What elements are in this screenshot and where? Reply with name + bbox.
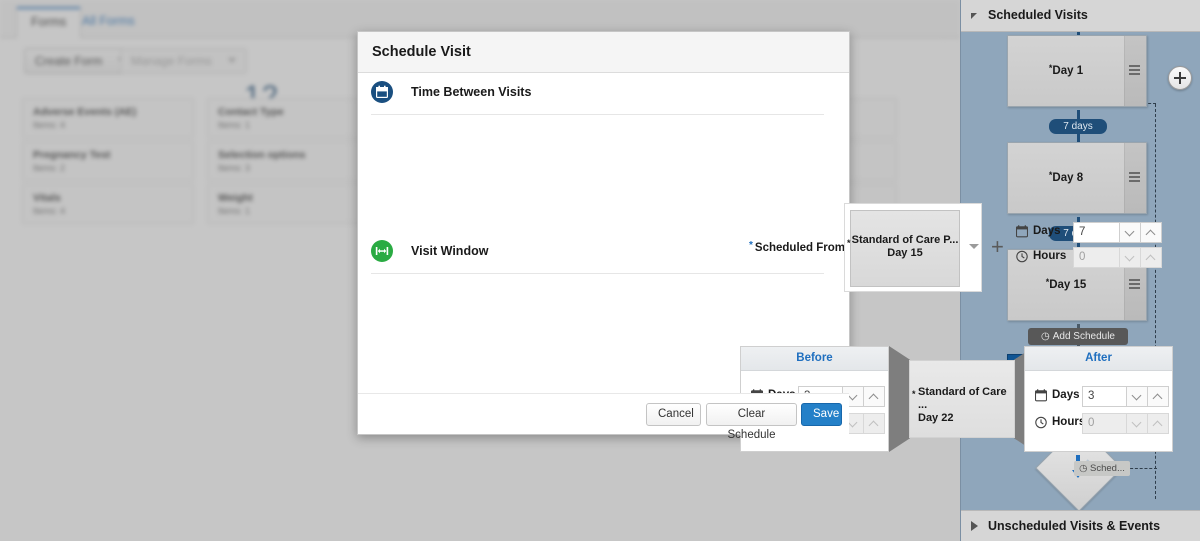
before-days-increment-button[interactable] xyxy=(864,386,885,407)
days-label: Days xyxy=(1033,225,1061,237)
cancel-button[interactable]: Cancel xyxy=(646,403,701,426)
dialog-body: Time Between Visits *Scheduled From * St… xyxy=(358,73,849,395)
save-button[interactable]: Save xyxy=(801,403,842,426)
visit-node-day-8[interactable]: *Day 8 xyxy=(1007,142,1147,214)
section-visit-window: Visit Window xyxy=(371,240,811,270)
visit-node-label: *Day 1 xyxy=(1008,63,1124,77)
visit-window-wedge-left xyxy=(889,346,910,452)
chevron-up-icon xyxy=(1153,394,1163,404)
chevron-up-icon xyxy=(869,394,879,404)
chevron-up-icon xyxy=(869,421,879,431)
end-node-badge[interactable]: ◷ Sched... xyxy=(1074,461,1130,476)
chevron-up-icon xyxy=(1146,230,1156,240)
visit-node-label: *Day 8 xyxy=(1008,170,1124,184)
clear-schedule-button[interactable]: Clear Schedule xyxy=(706,403,797,426)
chevron-down-icon xyxy=(1125,252,1135,262)
end-node-badge-label: Sched... xyxy=(1090,463,1125,474)
after-days-label: Days xyxy=(1052,389,1080,401)
arrows-horizontal-icon xyxy=(371,240,393,262)
before-hours-increment-button[interactable] xyxy=(864,413,885,434)
section-time-between-visits: Time Between Visits xyxy=(371,81,811,111)
add-visit-button[interactable] xyxy=(1168,66,1192,90)
chevron-up-icon xyxy=(1146,255,1156,265)
after-days-input[interactable]: 3 xyxy=(1082,386,1127,407)
required-asterisk: * xyxy=(912,388,916,401)
add-schedule-button[interactable]: ◷Add Schedule xyxy=(1028,328,1128,345)
chevron-down-icon xyxy=(848,391,858,401)
hours-label: Hours xyxy=(1033,250,1066,262)
chevron-up-icon xyxy=(1153,421,1163,431)
hours-increment-button[interactable] xyxy=(1141,247,1162,268)
chevron-down-icon xyxy=(1132,391,1142,401)
node-grip-column[interactable] xyxy=(1124,143,1146,213)
days-stepper-row: Days 7 xyxy=(1016,222,1166,243)
drag-handle-icon[interactable] xyxy=(1129,65,1140,76)
timeline-gap-badge[interactable]: 7 days xyxy=(1049,119,1107,134)
after-hours-increment-button[interactable] xyxy=(1148,413,1169,434)
section-divider xyxy=(371,273,824,274)
after-hours-input[interactable]: 0 xyxy=(1082,413,1127,434)
scheduled-visits-sidebar: Scheduled Visits *Day 1 7 days xyxy=(960,0,1200,541)
scheduled-from-value: * Standard of Care P... Day 15 xyxy=(851,234,959,260)
days-input[interactable]: 7 xyxy=(1073,222,1120,243)
after-hours-label: Hours xyxy=(1052,416,1085,428)
node-grip-column[interactable] xyxy=(1124,36,1146,106)
after-days-increment-button[interactable] xyxy=(1148,386,1169,407)
chevron-down-icon[interactable] xyxy=(969,244,979,249)
sidebar-footer-title: Unscheduled Visits & Events xyxy=(988,519,1160,533)
days-increment-button[interactable] xyxy=(1141,222,1162,243)
chevron-collapse-icon[interactable] xyxy=(971,13,977,19)
dialog-header: Schedule Visit xyxy=(358,32,849,73)
section-divider xyxy=(371,114,824,115)
visit-window-after-panel: After Days 3 xyxy=(1024,346,1173,452)
calendar-icon xyxy=(371,81,393,103)
visit-window-center-value: * Standard of Care ... Day 22 xyxy=(918,386,1012,425)
clock-icon xyxy=(1035,416,1047,429)
days-decrement-button[interactable] xyxy=(1120,222,1141,243)
sidebar-header[interactable]: Scheduled Visits xyxy=(961,0,1200,32)
dialog-title: Schedule Visit xyxy=(372,44,471,60)
dialog-footer: Cancel Clear Schedule Save xyxy=(358,393,849,434)
scheduled-from-select[interactable]: * Standard of Care P... Day 15 xyxy=(844,203,982,292)
after-hours-decrement-button[interactable] xyxy=(1127,413,1148,434)
plus-icon: + xyxy=(991,236,1004,258)
clock-icon xyxy=(1016,250,1028,263)
calendar-icon xyxy=(1016,225,1028,238)
hours-decrement-button[interactable] xyxy=(1120,247,1141,268)
clock-icon: ◷ xyxy=(1079,463,1087,474)
chevron-down-icon xyxy=(1132,418,1142,428)
calendar-icon xyxy=(1035,389,1047,402)
after-hours-stepper-row: Hours 0 xyxy=(1035,413,1170,434)
add-schedule-label: Add Schedule xyxy=(1053,331,1115,342)
after-days-stepper-row: Days 3 xyxy=(1035,386,1170,407)
app-root: Forms All Forms Create Form Manage Forms… xyxy=(0,0,1200,541)
chevron-down-icon xyxy=(1125,227,1135,237)
after-header: After xyxy=(1025,347,1172,371)
visit-node-day-1[interactable]: *Day 1 xyxy=(1007,35,1147,107)
drag-handle-icon[interactable] xyxy=(1129,279,1140,290)
visit-node-label: *Day 15 xyxy=(1008,277,1124,291)
chevron-down-icon xyxy=(848,418,858,428)
chevron-right-icon[interactable] xyxy=(971,521,978,531)
schedule-visit-dialog: Schedule Visit Time Between Visits xyxy=(357,31,850,435)
hours-input[interactable]: 0 xyxy=(1073,247,1120,268)
drag-handle-icon[interactable] xyxy=(1129,172,1140,183)
before-header: Before xyxy=(741,347,888,371)
hours-stepper-row: Hours 0 xyxy=(1016,247,1166,268)
sidebar-header-title: Scheduled Visits xyxy=(988,8,1088,22)
section-title: Visit Window xyxy=(411,244,488,258)
visit-window-center-visit[interactable]: * Standard of Care ... Day 22 xyxy=(909,360,1015,438)
section-title: Time Between Visits xyxy=(411,85,531,99)
clock-icon: ◷ xyxy=(1041,331,1050,342)
sidebar-footer[interactable]: Unscheduled Visits & Events xyxy=(961,510,1200,541)
scheduled-from-chip[interactable]: * Standard of Care P... Day 15 xyxy=(850,210,960,287)
required-asterisk: * xyxy=(847,237,851,250)
after-days-decrement-button[interactable] xyxy=(1127,386,1148,407)
